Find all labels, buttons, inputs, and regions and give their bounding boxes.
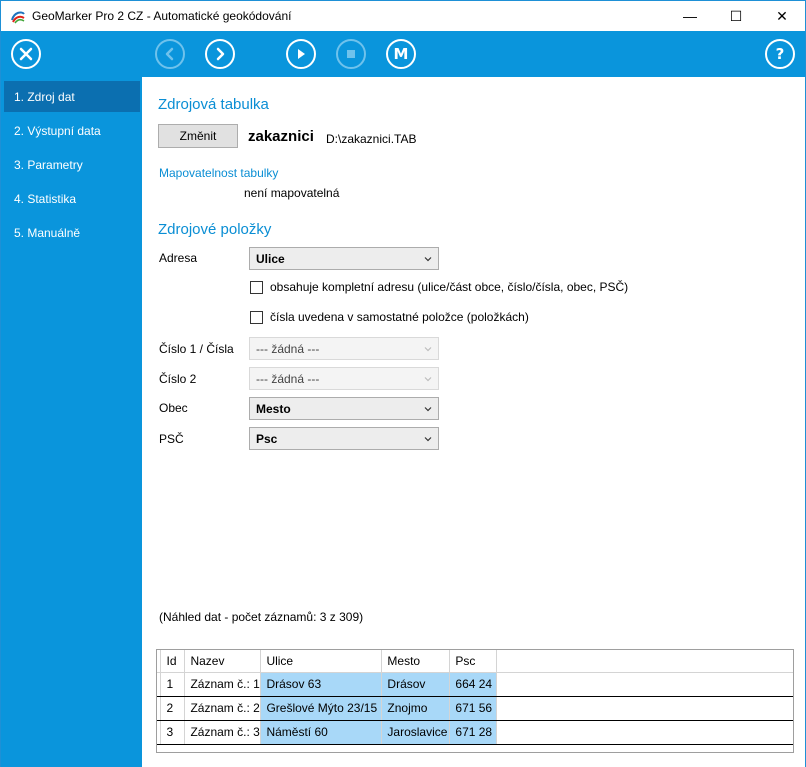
sidebar-item-manual[interactable]: 5. Manuálně — [4, 217, 140, 248]
stop-button[interactable] — [336, 39, 366, 69]
full-address-checkbox[interactable] — [250, 280, 263, 294]
column-header-psc[interactable]: Psc — [449, 650, 498, 673]
minimize-button[interactable]: — — [667, 1, 713, 31]
change-table-button[interactable]: Změnit — [158, 124, 238, 148]
numbers-separate-option[interactable]: čísla uvedena v samostatné položce (polo… — [250, 310, 529, 324]
geomarker-logo-icon — [10, 8, 26, 24]
number1-combo-value: --- žádná --- — [256, 341, 320, 356]
back-icon — [165, 47, 174, 61]
cell-psc[interactable]: 664 24 — [449, 672, 498, 697]
sidebar-item-output[interactable]: 2. Výstupní data — [4, 115, 140, 146]
column-header-mesto[interactable]: Mesto — [381, 650, 451, 673]
sidebar-item-label: 2. Výstupní data — [14, 123, 101, 138]
cell-filler — [496, 672, 793, 697]
manual-button[interactable]: M — [386, 39, 416, 69]
column-header-id[interactable]: Id — [160, 650, 186, 673]
sidebar-item-label: 5. Manuálně — [14, 225, 81, 240]
table-name: zakaznici — [248, 128, 314, 145]
chevron-down-icon — [424, 257, 432, 262]
chevron-down-icon — [424, 347, 432, 352]
sidebar: 1. Zdroj dat 2. Výstupní data 3. Paramet… — [1, 77, 142, 767]
numbers-separate-checkbox[interactable] — [250, 310, 263, 324]
numbers-separate-label: čísla uvedena v samostatné položce (polo… — [270, 310, 529, 324]
close-icon: ✕ — [776, 7, 788, 24]
maximize-button[interactable]: ☐ — [713, 1, 759, 31]
address-combo[interactable]: Ulice — [249, 247, 439, 270]
run-button[interactable] — [286, 39, 316, 69]
mappability-value: není mapovatelná — [244, 186, 340, 200]
cell-id[interactable]: 1 — [160, 672, 186, 697]
cell-mesto[interactable]: Znojmo — [381, 696, 451, 721]
number2-combo-value: --- žádná --- — [256, 371, 320, 386]
chevron-down-icon — [424, 377, 432, 382]
cell-ulice[interactable]: Náměstí 60 — [260, 720, 383, 745]
chevron-down-icon — [424, 437, 432, 442]
preview-caption: (Náhled dat - počet záznamů: 3 z 309) — [159, 610, 364, 624]
minimize-icon: — — [683, 8, 697, 24]
cell-psc[interactable]: 671 28 — [449, 720, 498, 745]
sidebar-item-statistics[interactable]: 4. Statistika — [4, 183, 140, 214]
column-header-nazev[interactable]: Nazev — [184, 650, 262, 673]
table-row[interactable]: 1 Záznam č.: 1 Drásov 63 Drásov 664 24 — [157, 672, 793, 697]
cell-nazev[interactable]: Záznam č.: 2 — [184, 696, 262, 721]
cell-mesto[interactable]: Jaroslavice — [381, 720, 451, 745]
city-combo-value: Mesto — [256, 401, 291, 416]
mappability-heading: Mapovatelnost tabulky — [159, 166, 279, 180]
toolbar: M ? — [1, 31, 805, 77]
sidebar-item-label: 1. Zdroj dat — [14, 89, 75, 104]
zip-combo-value: Psc — [256, 431, 278, 446]
cell-filler — [496, 720, 793, 745]
main-content: Zdrojová tabulka Změnit zakaznici D:\zak… — [142, 77, 805, 767]
source-fields-heading: Zdrojové položky — [158, 221, 272, 238]
full-address-option[interactable]: obsahuje kompletní adresu (ulice/část ob… — [250, 280, 628, 294]
close-circle-icon — [19, 47, 33, 61]
table-path: D:\zakaznici.TAB — [326, 132, 417, 146]
sidebar-item-parameters[interactable]: 3. Parametry — [4, 149, 140, 180]
cell-nazev[interactable]: Záznam č.: 1 — [184, 672, 262, 697]
city-label: Obec — [159, 401, 188, 415]
address-combo-value: Ulice — [256, 251, 285, 266]
address-label: Adresa — [159, 251, 198, 265]
zip-label: PSČ — [159, 432, 184, 446]
close-window-button[interactable]: ✕ — [759, 1, 805, 31]
title-bar: GeoMarker Pro 2 CZ - Automatické geokódo… — [1, 1, 805, 31]
forward-icon — [216, 47, 225, 61]
sidebar-item-label: 4. Statistika — [14, 191, 77, 206]
sidebar-item-source[interactable]: 1. Zdroj dat — [4, 81, 140, 112]
full-address-label: obsahuje kompletní adresu (ulice/část ob… — [270, 280, 629, 294]
sidebar-item-label: 3. Parametry — [14, 157, 83, 172]
table-row[interactable]: 3 Záznam č.: 3 Náměstí 60 Jaroslavice 67… — [157, 720, 793, 745]
cell-id[interactable]: 3 — [160, 720, 186, 745]
column-header-filler — [496, 650, 793, 673]
number1-label: Číslo 1 / Čísla — [159, 342, 234, 356]
help-button[interactable]: ? — [765, 39, 795, 69]
number1-combo[interactable]: --- žádná --- — [249, 337, 439, 360]
cell-nazev[interactable]: Záznam č.: 3 — [184, 720, 262, 745]
city-combo[interactable]: Mesto — [249, 397, 439, 420]
cell-ulice[interactable]: Grešlové Mýto 23/15 — [260, 696, 383, 721]
source-table-heading: Zdrojová tabulka — [158, 96, 269, 113]
window-title: GeoMarker Pro 2 CZ - Automatické geokódo… — [32, 9, 292, 23]
play-icon — [298, 49, 305, 59]
cell-filler — [496, 696, 793, 721]
cell-psc[interactable]: 671 56 — [449, 696, 498, 721]
app-window: GeoMarker Pro 2 CZ - Automatické geokódo… — [0, 0, 806, 767]
number2-combo[interactable]: --- žádná --- — [249, 367, 439, 390]
table-row[interactable]: 2 Záznam č.: 2 Grešlové Mýto 23/15 Znojm… — [157, 696, 793, 721]
preview-grid[interactable]: Id Nazev Ulice Mesto Psc 1 Záznam č.: 1 … — [156, 649, 794, 753]
m-icon: M — [393, 45, 409, 63]
column-header-ulice[interactable]: Ulice — [260, 650, 383, 673]
forward-button[interactable] — [205, 39, 235, 69]
cell-ulice[interactable]: Drásov 63 — [260, 672, 383, 697]
chevron-down-icon — [424, 407, 432, 412]
help-icon: ? — [775, 45, 785, 63]
exit-button[interactable] — [11, 39, 41, 69]
number2-label: Číslo 2 — [159, 372, 197, 386]
cell-id[interactable]: 2 — [160, 696, 186, 721]
cell-mesto[interactable]: Drásov — [381, 672, 451, 697]
maximize-icon: ☐ — [729, 7, 743, 24]
zip-combo[interactable]: Psc — [249, 427, 439, 450]
stop-icon — [347, 50, 355, 58]
back-button[interactable] — [155, 39, 185, 69]
